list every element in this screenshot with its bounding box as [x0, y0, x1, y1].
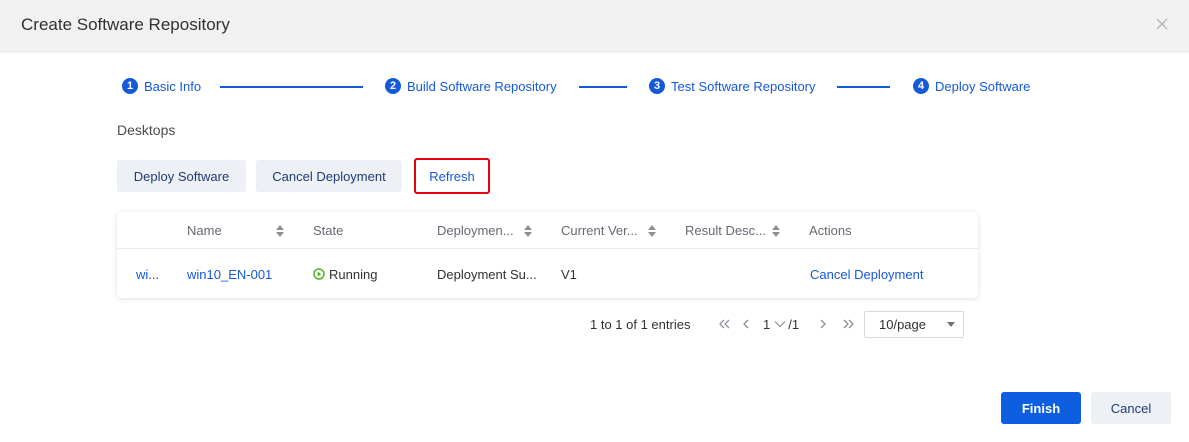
- step-number: 1: [122, 78, 138, 94]
- step-basic-info[interactable]: 1 Basic Info: [122, 74, 201, 98]
- page-size-value: 10/page: [879, 317, 926, 332]
- page-size-select[interactable]: 10/page: [864, 311, 964, 338]
- step-deploy-software[interactable]: 4 Deploy Software: [913, 74, 1030, 98]
- step-number: 3: [649, 78, 665, 94]
- step-connector: [837, 86, 890, 88]
- step-build-software-repository[interactable]: 2 Build Software Repository: [385, 74, 557, 98]
- last-page-icon[interactable]: [842, 317, 856, 331]
- sort-icon[interactable]: [771, 224, 781, 238]
- current-version-cell: V1: [561, 266, 577, 282]
- deployment-cell: Deployment Su...: [437, 266, 537, 282]
- running-status-icon: [313, 268, 325, 280]
- step-test-software-repository[interactable]: 3 Test Software Repository: [649, 74, 816, 98]
- desktop-name-link[interactable]: win10_EN-001: [187, 249, 272, 299]
- chevron-down-icon: [774, 321, 786, 328]
- cancel-deployment-action-link[interactable]: Cancel Deployment: [810, 249, 923, 299]
- sort-icon[interactable]: [647, 224, 657, 238]
- dialog-header: Create Software Repository: [0, 0, 1189, 53]
- column-header-state: State: [313, 223, 344, 238]
- step-connector: [220, 86, 363, 88]
- pagination-summary: 1 to 1 of 1 entries: [590, 316, 691, 332]
- step-label: Test Software Repository: [671, 78, 816, 94]
- step-label: Basic Info: [144, 78, 202, 94]
- column-header-current-version[interactable]: Current Ver...: [561, 212, 638, 249]
- first-page-icon[interactable]: [717, 317, 731, 331]
- finish-button[interactable]: Finish: [1001, 392, 1081, 424]
- step-label: Build Software Repository: [407, 78, 557, 94]
- state-text: Running: [329, 266, 378, 282]
- cancel-button[interactable]: Cancel: [1091, 392, 1171, 424]
- column-header-actions: Actions: [809, 223, 852, 238]
- deploy-software-button[interactable]: Deploy Software: [117, 160, 246, 192]
- sort-icon[interactable]: [523, 224, 533, 238]
- column-header-name[interactable]: Name: [187, 212, 222, 249]
- prev-page-icon[interactable]: [739, 317, 753, 331]
- chevron-down-icon: [947, 322, 955, 327]
- close-icon[interactable]: [1152, 14, 1172, 34]
- sort-icon[interactable]: [275, 224, 285, 238]
- desktops-table: Name State Deploymen... Current Ver... R…: [117, 212, 978, 298]
- wizard-steps: 1 Basic Info 2 Build Software Repository…: [0, 74, 1189, 98]
- create-software-repository-dialog: Create Software Repository 1 Basic Info …: [0, 0, 1189, 442]
- column-header-result-description[interactable]: Result Desc...: [685, 212, 766, 249]
- section-label-desktops: Desktops: [117, 122, 176, 138]
- current-page-select[interactable]: 1 /1: [763, 311, 799, 337]
- current-page-value: 1: [763, 316, 771, 332]
- row-id-link[interactable]: wi...: [136, 249, 159, 299]
- step-connector: [579, 86, 627, 88]
- next-page-icon[interactable]: [816, 317, 830, 331]
- dialog-title: Create Software Repository: [21, 15, 230, 34]
- step-number: 2: [385, 78, 401, 94]
- cancel-deployment-button[interactable]: Cancel Deployment: [256, 160, 402, 192]
- step-number: 4: [913, 78, 929, 94]
- refresh-button[interactable]: Refresh: [414, 158, 490, 194]
- step-label: Deploy Software: [935, 78, 1031, 94]
- state-cell: Running: [313, 249, 377, 299]
- column-header-deployment[interactable]: Deploymen...: [437, 212, 514, 249]
- total-pages: /1: [788, 316, 800, 332]
